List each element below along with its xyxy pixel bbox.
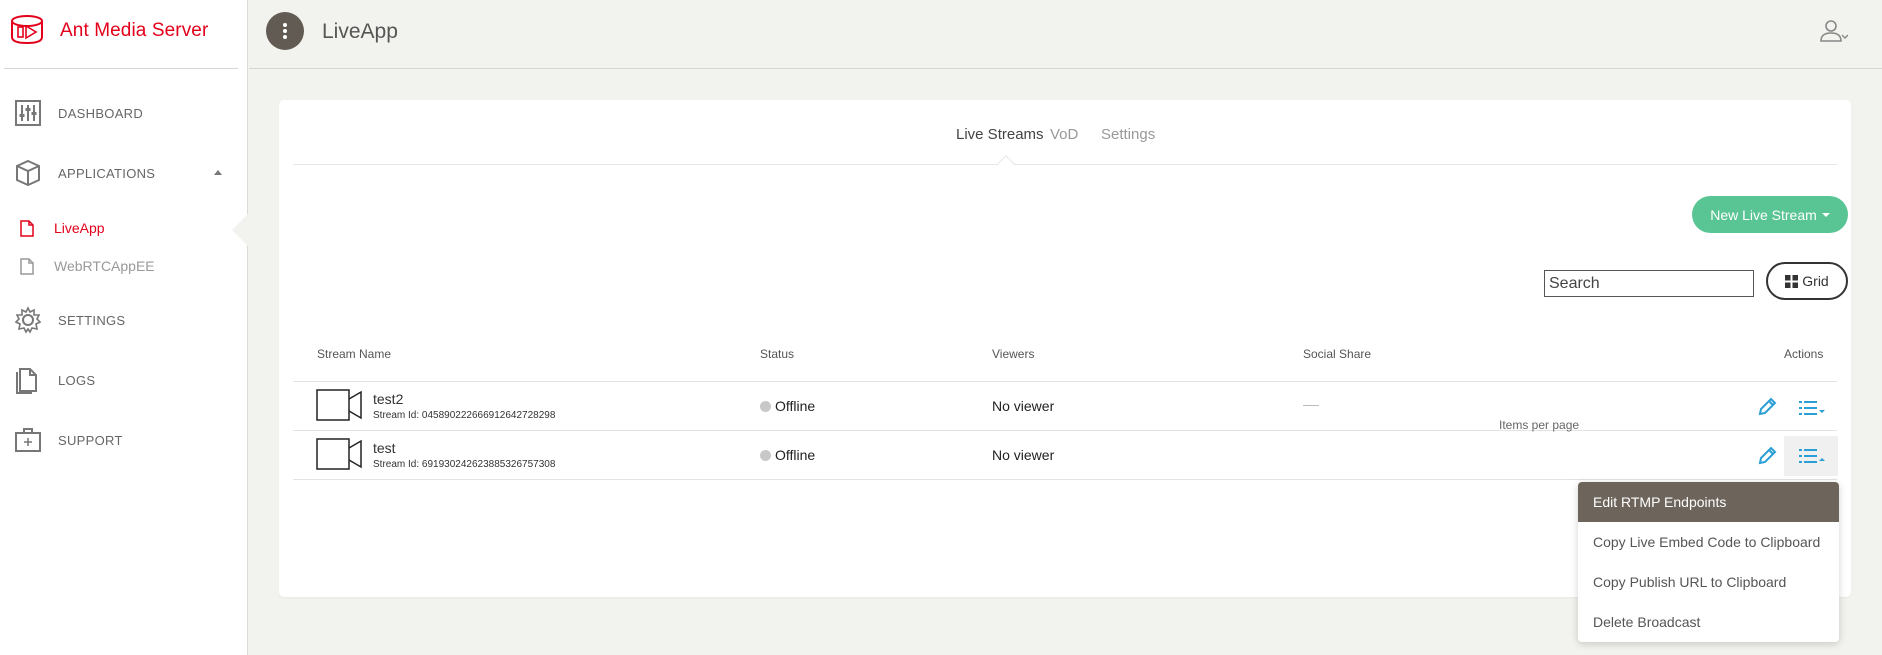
table-divider bbox=[293, 381, 1837, 382]
tab-settings[interactable]: Settings bbox=[1101, 126, 1155, 143]
sidebar-item-dashboard[interactable]: DASHBOARD bbox=[0, 93, 248, 133]
table-divider bbox=[293, 479, 1837, 480]
status-dot-icon bbox=[760, 400, 771, 412]
stream-name[interactable]: test bbox=[373, 440, 396, 456]
sidebar-item-logs[interactable]: LOGS bbox=[0, 360, 248, 400]
viewer-count: No viewer bbox=[992, 447, 1055, 463]
sidebar-app-label: LiveApp bbox=[54, 220, 105, 236]
topbar: LiveApp bbox=[249, 0, 1882, 69]
sidebar-item-label: APPLICATIONS bbox=[58, 165, 156, 181]
stream-id: Stream Id: 691930242623885326757308 bbox=[373, 459, 556, 470]
sidebar-item-webrtcappee[interactable]: WebRTCAppEE bbox=[0, 250, 248, 282]
file-icon bbox=[20, 257, 34, 275]
tab-bar: Live Streams VoD Settings bbox=[293, 100, 1837, 175]
sidebar-item-liveapp[interactable]: LiveApp bbox=[0, 212, 248, 244]
table-divider bbox=[293, 430, 1837, 431]
column-header-actions: Actions bbox=[1784, 347, 1824, 361]
status-text: Offline bbox=[775, 398, 816, 414]
files-icon bbox=[16, 368, 37, 394]
viewer-count: No viewer bbox=[992, 398, 1055, 414]
status-dot-icon bbox=[760, 449, 771, 461]
actions-dropdown-menu: Edit RTMP Endpoints Copy Live Embed Code… bbox=[1578, 482, 1839, 642]
sidebar-active-pointer bbox=[232, 213, 249, 247]
menu-item-copy-publish-url[interactable]: Copy Publish URL to Clipboard bbox=[1578, 562, 1839, 602]
vertical-dots-icon bbox=[283, 23, 287, 39]
sidebar-item-label: SUPPORT bbox=[58, 432, 123, 448]
menu-item-copy-embed-code[interactable]: Copy Live Embed Code to Clipboard bbox=[1578, 522, 1839, 562]
sidebar-item-label: SETTINGS bbox=[58, 312, 126, 328]
sliders-icon bbox=[15, 100, 41, 126]
menu-item-edit-rtmp-endpoints[interactable]: Edit RTMP Endpoints bbox=[1578, 482, 1839, 522]
brand-header: Ant Media Server bbox=[4, 0, 238, 69]
social-share-empty bbox=[1303, 405, 1319, 406]
tab-vod[interactable]: VoD bbox=[1050, 126, 1078, 143]
status-badge: Offline bbox=[760, 398, 815, 414]
sidebar-item-label: LOGS bbox=[58, 372, 96, 388]
column-header-viewers[interactable]: Viewers bbox=[992, 347, 1034, 361]
actions-list-icon[interactable] bbox=[1798, 446, 1826, 466]
video-camera-icon bbox=[316, 389, 362, 421]
gear-icon bbox=[14, 306, 42, 334]
ant-media-logo-icon[interactable] bbox=[9, 12, 45, 48]
caret-up-icon bbox=[214, 170, 222, 175]
column-header-social-share: Social Share bbox=[1303, 347, 1372, 361]
video-camera-icon bbox=[316, 438, 362, 470]
column-header-stream-name[interactable]: Stream Name bbox=[317, 347, 391, 361]
stream-name[interactable]: test2 bbox=[373, 391, 403, 407]
sidebar-app-label: WebRTCAppEE bbox=[54, 258, 155, 274]
grid-label: Grid bbox=[1802, 273, 1829, 289]
column-header-status[interactable]: Status bbox=[760, 347, 794, 361]
more-menu-button[interactable] bbox=[266, 12, 304, 50]
sidebar-item-support[interactable]: SUPPORT bbox=[0, 420, 248, 460]
brand-name[interactable]: Ant Media Server bbox=[60, 20, 208, 42]
new-live-stream-button[interactable]: New Live Stream bbox=[1692, 196, 1848, 233]
search-input[interactable] bbox=[1544, 270, 1754, 297]
grid-view-button[interactable]: Grid bbox=[1766, 262, 1848, 300]
active-tab-indicator bbox=[996, 155, 1016, 175]
menu-item-delete-broadcast[interactable]: Delete Broadcast bbox=[1578, 602, 1839, 642]
sidebar-item-settings[interactable]: SETTINGS bbox=[0, 300, 248, 340]
grid-icon bbox=[1785, 274, 1799, 288]
edit-pencil-icon[interactable] bbox=[1756, 445, 1778, 467]
edit-pencil-icon[interactable] bbox=[1756, 396, 1778, 418]
status-badge: Offline bbox=[760, 447, 815, 463]
page-title: LiveApp bbox=[322, 20, 398, 43]
actions-list-icon[interactable] bbox=[1798, 398, 1826, 418]
cube-icon bbox=[16, 159, 40, 187]
tab-live-streams[interactable]: Live Streams bbox=[956, 126, 1044, 143]
items-per-page-label: Items per page bbox=[1499, 418, 1580, 432]
sidebar-item-applications[interactable]: APPLICATIONS bbox=[0, 153, 248, 193]
caret-down-icon bbox=[1821, 212, 1830, 217]
sidebar-item-label: DASHBOARD bbox=[58, 105, 144, 121]
file-icon bbox=[20, 219, 34, 237]
user-dropdown-icon[interactable] bbox=[1820, 19, 1848, 43]
medkit-icon bbox=[15, 428, 41, 452]
stream-id: Stream Id: 045890222666912642728298 bbox=[373, 410, 556, 421]
sidebar: Ant Media Server DASHBOARD APPLICATIONS … bbox=[0, 0, 249, 655]
new-live-stream-label: New Live Stream bbox=[1710, 206, 1817, 223]
status-text: Offline bbox=[775, 447, 816, 463]
